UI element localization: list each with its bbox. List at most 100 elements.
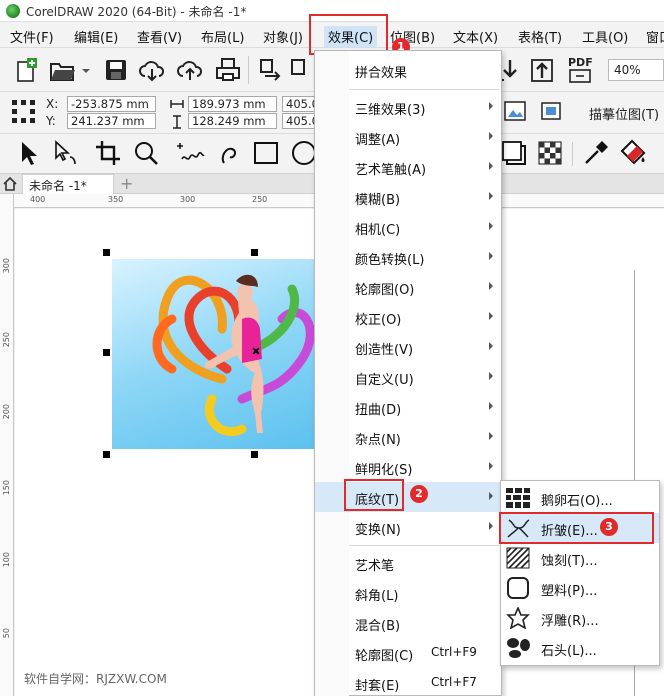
cloud-download-icon[interactable]: [138, 56, 166, 84]
cut-icon[interactable]: [256, 56, 284, 84]
menu-item-label: 拼合效果: [355, 66, 408, 81]
window-title: CorelDRAW 2020 (64-Bit) - 未命名 -1*: [26, 5, 247, 19]
resize-handle[interactable]: [251, 451, 258, 458]
menu-item-custom[interactable]: 自定义(U): [315, 362, 501, 392]
x-position-field[interactable]: -253.875 mm: [67, 96, 156, 112]
menu-window[interactable]: 窗口: [646, 27, 664, 46]
home-icon[interactable]: [3, 177, 17, 191]
menu-item-blur[interactable]: 模糊(B): [315, 182, 501, 212]
width-field[interactable]: 189.973 mm: [188, 96, 277, 112]
submenu-arrow-icon: [489, 252, 493, 260]
bitmap-edit-icon[interactable]: [502, 99, 530, 125]
crop-bitmap-icon[interactable]: [538, 99, 566, 125]
drop-shadow-tool-icon[interactable]: [500, 139, 528, 167]
menu-object[interactable]: 对象(J): [263, 27, 303, 46]
menu-item-correction[interactable]: 校正(O): [315, 302, 501, 332]
shape-tool-icon[interactable]: [50, 139, 80, 167]
artistic-media-tool-icon[interactable]: [216, 139, 244, 167]
transparency-tool-icon[interactable]: [536, 139, 564, 167]
menu-item-blend[interactable]: 混合(B): [315, 608, 501, 638]
export-icon[interactable]: [528, 56, 556, 84]
menu-item-label: 模糊(B): [355, 193, 401, 208]
menu-text[interactable]: 文本(X): [453, 27, 498, 46]
menu-item-contour[interactable]: 轮廓图(O): [315, 272, 501, 302]
submenu-arrow-icon: [489, 402, 493, 410]
object-origin-icon[interactable]: [10, 98, 38, 126]
menu-item-creative[interactable]: 创造性(V): [315, 332, 501, 362]
submenu-arrow-icon: [489, 162, 493, 170]
add-document-button[interactable]: +: [120, 174, 133, 193]
menu-item-label: 扭曲(D): [355, 403, 402, 418]
menu-item-label: 校正(O): [355, 313, 402, 328]
save-icon[interactable]: [102, 56, 130, 84]
menu-item-transform[interactable]: 变换(N): [315, 512, 501, 542]
rectangle-tool-icon[interactable]: [252, 139, 280, 167]
export-pdf-button[interactable]: PDF: [566, 56, 594, 84]
interactive-fill-tool-icon[interactable]: [618, 139, 648, 167]
menu-item-color-transform[interactable]: 颜色转换(L): [315, 242, 501, 272]
stone-icon: [507, 638, 530, 658]
submenu-item-stone[interactable]: 石头(L)...: [501, 633, 659, 663]
freehand-tool-icon[interactable]: [176, 139, 206, 167]
menu-item-label: 三维效果(3): [355, 103, 426, 118]
new-document-icon[interactable]: [12, 56, 40, 84]
y-position-field[interactable]: 241.237 mm: [67, 113, 156, 129]
pick-tool-icon[interactable]: [14, 139, 40, 167]
menu-edit[interactable]: 编辑(E): [74, 27, 118, 46]
menu-item-adjust[interactable]: 调整(A): [315, 122, 501, 152]
menu-view[interactable]: 查看(V): [137, 27, 182, 46]
menu-item-label: 混合(B): [355, 619, 401, 634]
zoom-tool-icon[interactable]: [132, 139, 160, 167]
menu-item-distort[interactable]: 扭曲(D): [315, 392, 501, 422]
resize-handle[interactable]: [251, 249, 258, 256]
menu-item-artistic-media[interactable]: 艺术笔: [315, 548, 501, 578]
menu-file[interactable]: 文件(F): [10, 27, 54, 46]
menu-item-bevel[interactable]: 斜角(L): [315, 578, 501, 608]
v-ruler-tick: 50: [2, 628, 11, 639]
h-ruler-tick: 400: [30, 195, 46, 204]
crop-tool-icon[interactable]: [94, 139, 122, 167]
document-tab[interactable]: 未命名 -1*: [22, 174, 114, 194]
menu-item-envelope[interactable]: 封套(E) Ctrl+F7: [315, 668, 501, 696]
copy-icon[interactable]: [288, 56, 316, 84]
scale-y-field[interactable]: 405.0: [282, 113, 319, 129]
print-icon[interactable]: [214, 56, 242, 84]
menu-item-flatten-effects[interactable]: 拼合效果: [315, 55, 501, 85]
bitmap-image[interactable]: [112, 259, 316, 449]
height-field[interactable]: 128.249 mm: [188, 113, 277, 129]
menu-layout[interactable]: 布局(L): [201, 27, 244, 46]
v-ruler-tick: 250: [2, 332, 11, 348]
document-tab-label: 未命名 -1*: [29, 179, 87, 193]
menu-item-sharpen[interactable]: 鲜明化(S): [315, 452, 501, 482]
menu-table[interactable]: 表格(T): [518, 27, 562, 46]
menu-item-art-strokes[interactable]: 艺术笔触(A): [315, 152, 501, 182]
cloud-upload-icon[interactable]: [176, 56, 204, 84]
menu-item-label: 斜角(L): [355, 589, 399, 604]
menu-item-contour-ctrl[interactable]: 轮廓图(C) Ctrl+F9: [315, 638, 501, 668]
v-ruler-tick: 300: [2, 258, 11, 274]
menu-item-texture[interactable]: 底纹(T): [315, 482, 501, 512]
menu-item-3d-effects[interactable]: 三维效果(3): [315, 92, 501, 122]
watermark-text: 软件自学网：RJZXW.COM: [24, 672, 167, 686]
texture-submenu: 鹅卵石(O)... 折皱(E)... 蚀刻(T)... 塑料(P)... 浮雕(…: [500, 480, 660, 666]
menu-item-noise[interactable]: 杂点(N): [315, 422, 501, 452]
zoom-level-field[interactable]: 40%: [608, 59, 664, 81]
submenu-item-relief[interactable]: 浮雕(R)...: [501, 603, 659, 633]
v-ruler-tick: 100: [2, 552, 11, 568]
open-dropdown-icon[interactable]: [80, 56, 92, 84]
submenu-arrow-icon: [489, 312, 493, 320]
resize-handle[interactable]: [103, 349, 110, 356]
submenu-item-cobblestone[interactable]: 鹅卵石(O)...: [501, 483, 659, 513]
submenu-item-etching[interactable]: 蚀刻(T)...: [501, 543, 659, 573]
submenu-item-plastic[interactable]: 塑料(P)...: [501, 573, 659, 603]
menu-item-label: 杂点(N): [355, 433, 401, 448]
toolbox-separator: [572, 142, 573, 166]
trace-bitmap-button[interactable]: 描摹位图(T): [589, 104, 659, 123]
open-folder-icon[interactable]: [48, 56, 76, 84]
resize-handle[interactable]: [103, 451, 110, 458]
menu-tools[interactable]: 工具(O): [582, 27, 628, 46]
menu-item-camera[interactable]: 相机(C): [315, 212, 501, 242]
resize-handle[interactable]: [103, 249, 110, 256]
scale-x-field[interactable]: 405.0: [282, 96, 319, 112]
eyedropper-tool-icon[interactable]: [582, 139, 610, 167]
